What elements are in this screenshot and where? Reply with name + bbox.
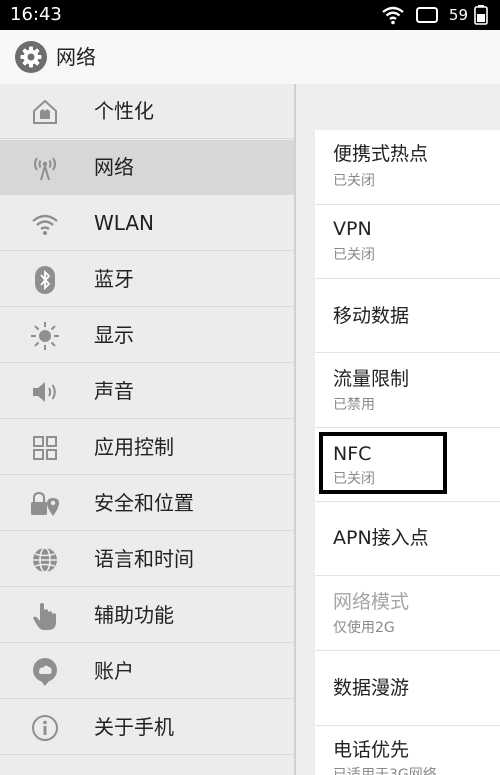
- sidebar-item-accessibility[interactable]: 辅助功能: [0, 588, 294, 643]
- setting-data-roaming[interactable]: 数据漫游: [315, 651, 500, 726]
- wifi-signal-icon: [381, 5, 405, 25]
- brightness-icon: [30, 321, 60, 351]
- setting-title: 数据漫游: [333, 677, 410, 699]
- apps-grid-icon: [30, 433, 60, 463]
- setting-title: 移动数据: [333, 305, 410, 327]
- sidebar-item-label: 语言和时间: [94, 547, 194, 571]
- sidebar-item-account[interactable]: 账户: [0, 644, 294, 699]
- bluetooth-icon: [30, 265, 60, 295]
- setting-title: 流量限制: [333, 368, 410, 390]
- sidebar-item-network[interactable]: 网络: [0, 140, 294, 195]
- status-bar: 16:43 59: [0, 0, 500, 30]
- network-icon: [30, 153, 60, 183]
- setting-title: VPN: [333, 218, 372, 240]
- battery-level: 59: [448, 6, 468, 24]
- hand-icon: [30, 601, 60, 631]
- page-title: 网络: [56, 45, 96, 69]
- speaker-icon: [30, 377, 60, 407]
- setting-mobile-data[interactable]: 移动数据: [315, 279, 500, 353]
- setting-vpn[interactable]: VPN 已关闭: [315, 205, 500, 279]
- nfc-highlight-box: [319, 432, 447, 494]
- info-icon: [30, 713, 60, 743]
- setting-network-mode: 网络模式 仅使用2G: [315, 576, 500, 651]
- sidebar-item-label: 个性化: [94, 99, 154, 123]
- setting-subtitle: 已关闭: [333, 247, 375, 263]
- gear-icon[interactable]: [15, 41, 47, 73]
- setting-data-limit[interactable]: 流量限制 已禁用: [315, 353, 500, 428]
- setting-subtitle: 已适用于3G网络: [333, 767, 437, 775]
- personalization-icon: [30, 97, 60, 127]
- setting-title: 便携式热点: [333, 143, 429, 165]
- sidebar-item-label: 辅助功能: [94, 603, 174, 627]
- account-icon: [30, 657, 60, 687]
- setting-call-priority[interactable]: 电话优先 已适用于3G网络: [315, 726, 500, 775]
- lock-location-icon: [30, 489, 60, 519]
- setting-apn[interactable]: APN接入点: [315, 502, 500, 576]
- status-time: 16:43: [10, 4, 62, 25]
- setting-portable-hotspot[interactable]: 便携式热点 已关闭: [315, 130, 500, 205]
- setting-subtitle: 仅使用2G: [333, 620, 395, 636]
- setting-title: 电话优先: [333, 739, 410, 761]
- sidebar-item-security-location[interactable]: 安全和位置: [0, 476, 294, 531]
- setting-subtitle: 已禁用: [333, 397, 375, 413]
- action-bar: 网络: [0, 30, 500, 84]
- sidebar-item-display[interactable]: 显示: [0, 308, 294, 363]
- setting-title: APN接入点: [333, 527, 429, 549]
- sidebar-item-personalization[interactable]: 个性化: [0, 84, 294, 139]
- sidebar-item-bluetooth[interactable]: 蓝牙: [0, 252, 294, 307]
- network-settings-panel: 便携式热点 已关闭 VPN 已关闭 移动数据 流量限制 已禁用 NFC 已关闭 …: [296, 84, 500, 775]
- sidebar-item-label: 声音: [94, 379, 134, 403]
- battery-icon: [474, 5, 488, 25]
- settings-sidebar: 个性化 网络 WLAN 蓝牙 显示 声音 应用控制 安全和位置 语言和时间 辅助…: [0, 84, 294, 775]
- sidebar-item-language-time[interactable]: 语言和时间: [0, 532, 294, 587]
- setting-title: 网络模式: [333, 591, 410, 613]
- sidebar-item-label: 应用控制: [94, 435, 174, 459]
- sidebar-item-label: 关于手机: [94, 715, 174, 739]
- globe-icon: [30, 545, 60, 575]
- sidebar-item-label: 账户: [94, 659, 134, 683]
- sidebar-item-label: 安全和位置: [94, 491, 194, 515]
- sidebar-item-label: 网络: [94, 155, 134, 179]
- sidebar-item-about-phone[interactable]: 关于手机: [0, 700, 294, 755]
- status-indicators: 59: [381, 3, 488, 27]
- sidebar-item-label: WLAN: [94, 211, 155, 235]
- wifi-icon: [30, 209, 60, 239]
- sidebar-item-label: 蓝牙: [94, 267, 134, 291]
- sidebar-item-sound[interactable]: 声音: [0, 364, 294, 419]
- battery-indicator: 59: [449, 5, 488, 25]
- sidebar-item-app-control[interactable]: 应用控制: [0, 420, 294, 475]
- sidebar-item-label: 显示: [94, 323, 134, 347]
- setting-subtitle: 已关闭: [333, 173, 375, 189]
- sidebar-item-wlan[interactable]: WLAN: [0, 196, 294, 251]
- recent-apps-icon: [415, 6, 439, 24]
